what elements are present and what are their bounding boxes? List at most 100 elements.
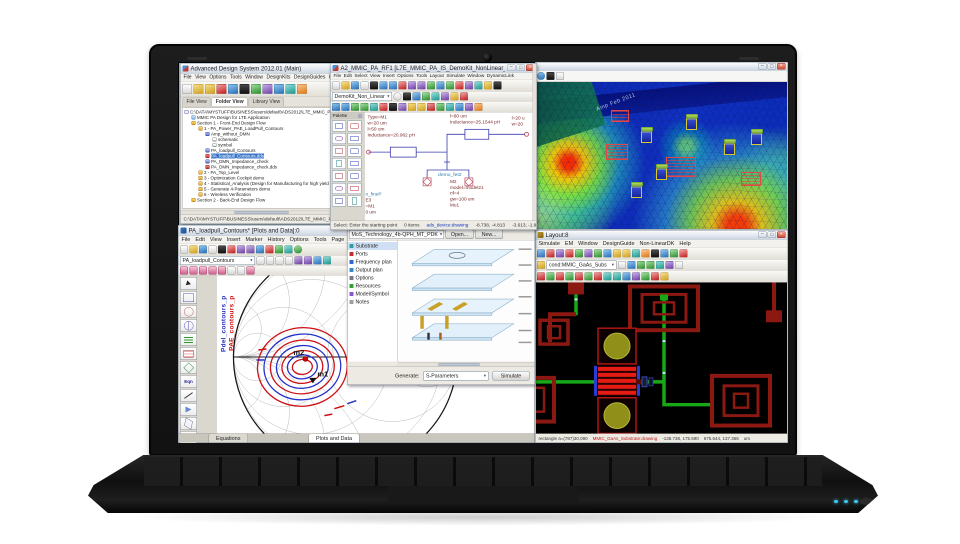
push-into-icon[interactable]	[465, 81, 473, 89]
pointer-icon[interactable]	[370, 81, 378, 89]
delete-icon[interactable]	[399, 81, 407, 89]
zoom-out-icon[interactable]	[266, 245, 274, 253]
menu-designkits[interactable]: DesignKits	[267, 75, 291, 81]
component-mtee-icon[interactable]	[348, 121, 362, 132]
arrow-tool-icon[interactable]	[180, 403, 197, 416]
menu-designguides[interactable]: DesignGuides	[294, 75, 325, 81]
generate-combo[interactable]: S-Parameters	[424, 371, 489, 380]
component-cap-icon[interactable]	[332, 171, 346, 182]
substrate-view[interactable]	[398, 241, 535, 362]
menu-edit[interactable]: Edit	[195, 236, 204, 242]
menu-designguide[interactable]: DesignGuide	[603, 240, 635, 246]
library-icon[interactable]	[263, 84, 273, 94]
nav-model-symbol[interactable]: Model/Symbol	[348, 290, 398, 298]
view-all-icon[interactable]	[575, 249, 583, 257]
snap-icon[interactable]	[342, 103, 350, 111]
marker-icon[interactable]	[180, 266, 188, 274]
deactivate-icon[interactable]	[422, 92, 430, 100]
history-icon[interactable]	[304, 256, 312, 264]
open-button[interactable]: Open...	[446, 230, 474, 240]
capacitor-icon[interactable]	[361, 103, 369, 111]
nav-output-plan[interactable]: Output plan	[348, 266, 398, 274]
marker-all-icon[interactable]	[237, 266, 245, 274]
rectangular-plot-icon[interactable]	[180, 291, 197, 304]
pencil-icon[interactable]	[537, 261, 545, 269]
component-mlin-icon[interactable]	[332, 121, 346, 132]
archive-icon[interactable]	[217, 84, 227, 94]
open-workspace-icon[interactable]	[194, 84, 204, 94]
push-into-icon[interactable]	[585, 249, 593, 257]
select-mode-icon[interactable]	[618, 261, 626, 269]
new-workspace-icon[interactable]	[182, 84, 192, 94]
list-plot-icon[interactable]	[180, 333, 197, 346]
next-page-icon[interactable]	[276, 256, 284, 264]
redo-icon[interactable]	[418, 81, 426, 89]
data-display-icon[interactable]	[437, 103, 445, 111]
hierarchy-icon[interactable]	[441, 92, 449, 100]
align-right-icon[interactable]	[613, 272, 621, 280]
tab-folder-view[interactable]: Folder View	[212, 98, 248, 107]
delete-icon[interactable]	[228, 245, 236, 253]
insert-polygon-icon[interactable]	[613, 249, 621, 257]
menu-help[interactable]: Help	[679, 240, 690, 246]
trace-icon[interactable]	[323, 256, 331, 264]
grid-toggle-icon[interactable]	[675, 261, 683, 269]
maximize-button[interactable]	[517, 65, 526, 72]
insert-ground-icon[interactable]	[403, 92, 411, 100]
properties-icon[interactable]	[666, 261, 674, 269]
maximize-button[interactable]	[768, 232, 777, 239]
marker-line-icon[interactable]	[218, 266, 226, 274]
search-icon[interactable]	[623, 272, 631, 280]
refresh-icon[interactable]	[294, 245, 302, 253]
pin-green-icon[interactable]	[547, 272, 555, 280]
menu-nonlineardk[interactable]: Non-LinearDK	[640, 240, 675, 246]
component-gnd-icon[interactable]	[348, 183, 362, 194]
open-icon[interactable]	[342, 81, 350, 89]
zoom-full-icon[interactable]	[566, 249, 574, 257]
titlebar[interactable]	[536, 63, 788, 71]
minimize-button[interactable]	[758, 232, 767, 239]
simulate-button[interactable]: Simulate	[493, 371, 530, 381]
component-ind-icon[interactable]	[348, 158, 362, 169]
resistor-icon[interactable]	[370, 103, 378, 111]
zoom-area-icon[interactable]	[556, 249, 564, 257]
pad-red-icon[interactable]	[575, 272, 583, 280]
insert-trace-icon[interactable]	[651, 249, 659, 257]
menu-history[interactable]: History	[268, 236, 285, 242]
display-window-icon[interactable]	[240, 84, 250, 94]
dataset-combo[interactable]: PA_loadpull_Contours	[180, 256, 255, 265]
sweep-icon[interactable]	[418, 103, 426, 111]
route-mode-icon[interactable]	[637, 261, 645, 269]
open-example-icon[interactable]	[205, 84, 215, 94]
marker-delta-icon[interactable]	[190, 266, 198, 274]
menu-insert[interactable]: Insert	[383, 73, 395, 79]
insert-port-icon[interactable]	[680, 249, 688, 257]
antenna-plot-icon[interactable]	[180, 361, 197, 374]
technology-combo[interactable]: MoS_Technology_4b-QPH_MT_PDK	[349, 230, 444, 239]
save-icon[interactable]	[199, 245, 207, 253]
info-icon[interactable]	[661, 272, 669, 280]
slot-icon[interactable]	[594, 272, 602, 280]
move-mode-icon[interactable]	[628, 261, 636, 269]
component-res-icon[interactable]	[348, 171, 362, 182]
menu-options[interactable]: Options	[290, 236, 309, 242]
tab-plots-and-data[interactable]: Plots and Data	[309, 434, 360, 443]
new-icon[interactable]	[332, 81, 340, 89]
email-icon[interactable]	[297, 84, 307, 94]
pin-red-icon[interactable]	[537, 272, 545, 280]
layers-icon[interactable]	[632, 272, 640, 280]
menu-insert[interactable]: Insert	[227, 236, 241, 242]
insert-port-icon[interactable]	[394, 92, 402, 100]
marker-valley-icon[interactable]	[209, 266, 217, 274]
insert-via-icon[interactable]	[661, 249, 669, 257]
menu-tools[interactable]: Tools	[416, 73, 427, 79]
component-mtaper-icon[interactable]	[348, 133, 362, 144]
align-left-icon[interactable]	[604, 272, 612, 280]
pan-icon[interactable]	[285, 245, 293, 253]
zoom-in-icon[interactable]	[380, 81, 388, 89]
new-button[interactable]: New...	[475, 230, 503, 240]
menu-simulate[interactable]: Simulate	[446, 73, 464, 79]
line-tool-icon[interactable]	[180, 389, 197, 402]
snapshot-icon[interactable]	[295, 256, 303, 264]
highlight-icon[interactable]	[651, 272, 659, 280]
